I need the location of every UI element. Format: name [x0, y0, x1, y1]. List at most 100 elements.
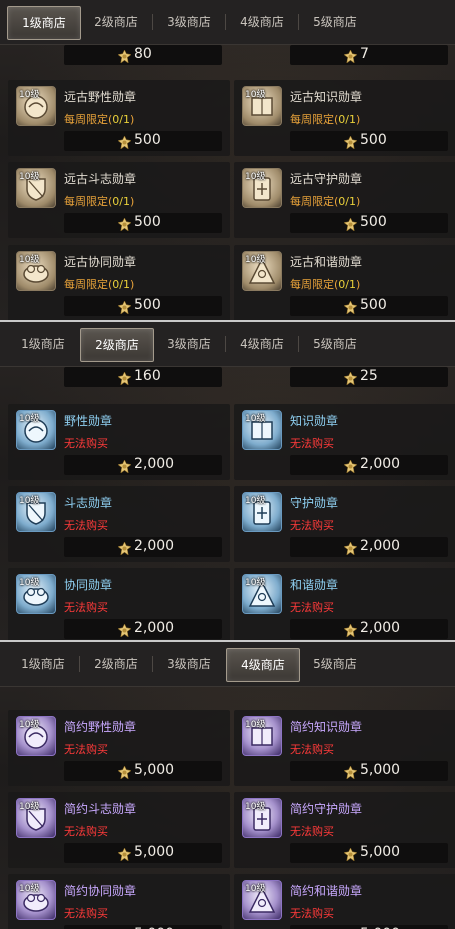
- price-bar[interactable]: 500: [64, 213, 222, 233]
- price-bar[interactable]: 2,000: [290, 455, 448, 475]
- price-bar[interactable]: 2,000: [64, 619, 222, 639]
- tab-shop-level-2[interactable]: 2级商店: [80, 6, 152, 38]
- item-level-label: 10级: [245, 802, 266, 812]
- gold-coin-icon: [117, 622, 132, 638]
- price-bar[interactable]: 500: [64, 296, 222, 316]
- tab-shop-level-5[interactable]: 5级商店: [299, 328, 371, 360]
- price-bar[interactable]: 2,000: [290, 537, 448, 557]
- shop-item-card[interactable]: 10级 野性勋章 无法购买 2,000: [8, 404, 230, 480]
- harmony-medal-icon: 10级: [242, 251, 282, 291]
- price-bar[interactable]: 500: [64, 131, 222, 151]
- shop-item-card[interactable]: 10级 远古知识勋章 每周限定(0/1) 500: [234, 80, 455, 156]
- shop-item-card[interactable]: 10级 协同勋章 无法购买 2,000: [8, 568, 230, 640]
- tab-shop-level-1[interactable]: 1级商店: [7, 328, 79, 360]
- weekly-limit-label: 每周限定(0/1): [290, 195, 361, 208]
- gold-coin-icon: [343, 299, 358, 315]
- price-bar[interactable]: 2,000: [64, 455, 222, 475]
- cannot-buy-label: 无法购买: [64, 743, 108, 756]
- tab-shop-level-1[interactable]: 1级商店: [7, 648, 79, 680]
- price-value: 5,000: [360, 844, 401, 860]
- partial-price-bar: 160: [64, 367, 222, 387]
- price-value: 2,000: [360, 620, 401, 636]
- item-level-label: 10级: [19, 578, 40, 588]
- tab-shop-level-4[interactable]: 4级商店: [226, 6, 298, 38]
- cannot-buy-label: 无法购买: [290, 825, 334, 838]
- shop-item-card[interactable]: 10级 简约守护勋章 无法购买 5,000: [234, 792, 455, 868]
- price-bar[interactable]: 5,000: [290, 843, 448, 863]
- tab-shop-level-1[interactable]: 1级商店: [7, 6, 81, 40]
- shop-item-card[interactable]: 10级 简约和谐勋章无法购买 5,000: [234, 874, 455, 929]
- shop-item-card[interactable]: 10级 和谐勋章 无法购买 2,000: [234, 568, 455, 640]
- partial-price-bar: 25: [290, 367, 448, 387]
- item-level-label: 10级: [19, 884, 40, 894]
- tab-divider: [152, 656, 153, 672]
- shop-item-card[interactable]: 10级 知识勋章 无法购买 2,000: [234, 404, 455, 480]
- shop-item-card[interactable]: 10级 远古斗志勋章 每周限定(0/1) 500: [8, 162, 230, 238]
- cannot-buy-label: 无法购买: [290, 437, 334, 450]
- synergy-medal-icon: 10级: [16, 574, 56, 614]
- tab-shop-level-5[interactable]: 5级商店: [299, 648, 371, 680]
- shop-item-card[interactable]: 10级 远古协同勋章 每周限定(0/1) 500: [8, 245, 230, 320]
- price-value: 500: [360, 297, 387, 313]
- gold-coin-icon: [343, 540, 358, 556]
- price-bar[interactable]: 5,000: [64, 925, 222, 929]
- cannot-buy-label: 无法购买: [290, 907, 334, 920]
- price-bar[interactable]: 500: [290, 296, 448, 316]
- tab-shop-level-5[interactable]: 5级商店: [299, 6, 371, 38]
- shop-item-card[interactable]: 10级 远古野性勋章 每周限定(0/1) 500: [8, 80, 230, 156]
- screenshot-separator: [0, 640, 455, 642]
- tab-shop-level-3[interactable]: 3级商店: [153, 328, 225, 360]
- price-bar[interactable]: 2,000: [290, 619, 448, 639]
- partial-price-bar: 7: [290, 45, 448, 65]
- tab-shop-level-2[interactable]: 2级商店: [80, 648, 152, 680]
- gold-coin-icon: [117, 299, 132, 315]
- price-bar[interactable]: 500: [290, 213, 448, 233]
- price-value: 5,000: [134, 762, 175, 778]
- item-level-label: 10级: [245, 578, 266, 588]
- synergy-medal-icon: 10级: [16, 880, 56, 920]
- cannot-buy-label: 无法购买: [64, 601, 108, 614]
- gold-coin-icon: [343, 458, 358, 474]
- weekly-limit-label: 每周限定(0/1): [290, 113, 361, 126]
- price-bar[interactable]: 500: [290, 131, 448, 151]
- tab-shop-level-4[interactable]: 4级商店: [226, 648, 300, 682]
- tab-shop-level-2[interactable]: 2级商店: [80, 328, 154, 362]
- wild-medal-icon: 10级: [16, 86, 56, 126]
- shop-item-card[interactable]: 10级 简约知识勋章 无法购买 5,000: [234, 710, 455, 786]
- shop-item-card[interactable]: 10级 远古守护勋章 每周限定(0/1) 500: [234, 162, 455, 238]
- shop-item-card[interactable]: 10级 远古和谐勋章 每周限定(0/1) 500: [234, 245, 455, 320]
- item-name: 守护勋章: [290, 496, 339, 510]
- price-value: 500: [360, 132, 387, 148]
- tab-shop-level-3[interactable]: 3级商店: [153, 6, 225, 38]
- wild-medal-icon: 10级: [16, 410, 56, 450]
- purchase-count: 0/1: [112, 113, 130, 126]
- guardian-medal-icon: 10级: [242, 798, 282, 838]
- price-bar[interactable]: 2,000: [64, 537, 222, 557]
- tab-divider: [79, 656, 80, 672]
- price-value: 500: [134, 132, 161, 148]
- price-bar[interactable]: 5,000: [290, 761, 448, 781]
- shop-item-card[interactable]: 10级 简约斗志勋章 无法购买 5,000: [8, 792, 230, 868]
- price-value: 2,000: [134, 538, 175, 554]
- purchase-count: 0/1: [338, 113, 356, 126]
- tab-shop-level-4[interactable]: 4级商店: [226, 328, 298, 360]
- fighting-spirit-medal-icon: 10级: [16, 798, 56, 838]
- item-name: 远古斗志勋章: [64, 172, 137, 186]
- item-level-label: 10级: [245, 90, 266, 100]
- price-bar[interactable]: 5,000: [64, 843, 222, 863]
- shop-item-card[interactable]: 10级 简约野性勋章 无法购买 5,000: [8, 710, 230, 786]
- tab-shop-level-3[interactable]: 3级商店: [153, 648, 225, 680]
- item-level-label: 10级: [245, 255, 266, 265]
- price-value: 7: [360, 46, 369, 62]
- price-bar[interactable]: 5,000: [290, 925, 448, 929]
- item-name: 远古野性勋章: [64, 90, 137, 104]
- price-bar[interactable]: 5,000: [64, 761, 222, 781]
- shop-item-card[interactable]: 10级 守护勋章 无法购买 2,000: [234, 486, 455, 562]
- item-name: 简约和谐勋章: [290, 884, 363, 898]
- shop-item-card[interactable]: 10级 斗志勋章 无法购买 2,000: [8, 486, 230, 562]
- item-name: 简约野性勋章: [64, 720, 137, 734]
- item-name: 远古知识勋章: [290, 90, 363, 104]
- harmony-medal-icon: 10级: [242, 574, 282, 614]
- shop-item-card[interactable]: 10级 简约协同勋章无法购买 5,000: [8, 874, 230, 929]
- purchase-count: 0/1: [112, 278, 130, 291]
